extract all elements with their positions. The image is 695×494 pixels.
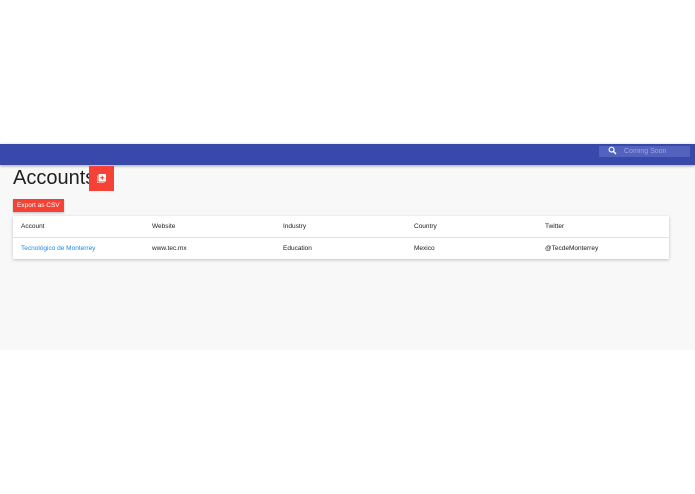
search-icon: [608, 146, 620, 157]
search-bar[interactable]: [599, 146, 690, 157]
top-app-bar: [0, 144, 695, 165]
account-link[interactable]: Tecnológico de Monterrey: [21, 238, 95, 259]
column-header-country[interactable]: Country: [414, 216, 437, 237]
column-header-account[interactable]: Account: [21, 216, 45, 237]
column-header-website[interactable]: Website: [152, 216, 175, 237]
accounts-table: Account Website Industry Country Twitter…: [13, 216, 669, 259]
industry-cell: Education: [283, 245, 312, 252]
website-cell: www.tec.mx: [152, 245, 187, 252]
column-header-industry[interactable]: Industry: [283, 216, 306, 237]
add-box-icon: [96, 171, 106, 186]
add-account-button[interactable]: [89, 166, 114, 191]
column-header-twitter[interactable]: Twitter: [545, 216, 564, 237]
page-title: Accounts: [13, 167, 96, 189]
table-header-row: Account Website Industry Country Twitter: [13, 216, 669, 238]
table-row: Tecnológico de Monterrey www.tec.mx Educ…: [13, 238, 669, 259]
twitter-cell: @TecdeMonterrey: [545, 245, 599, 252]
search-input[interactable]: [620, 146, 688, 157]
export-csv-button[interactable]: Export as CSV: [13, 199, 64, 212]
app-container: Accounts Export as CSV Account Website I…: [0, 144, 695, 350]
country-cell: Mexico: [414, 245, 435, 252]
